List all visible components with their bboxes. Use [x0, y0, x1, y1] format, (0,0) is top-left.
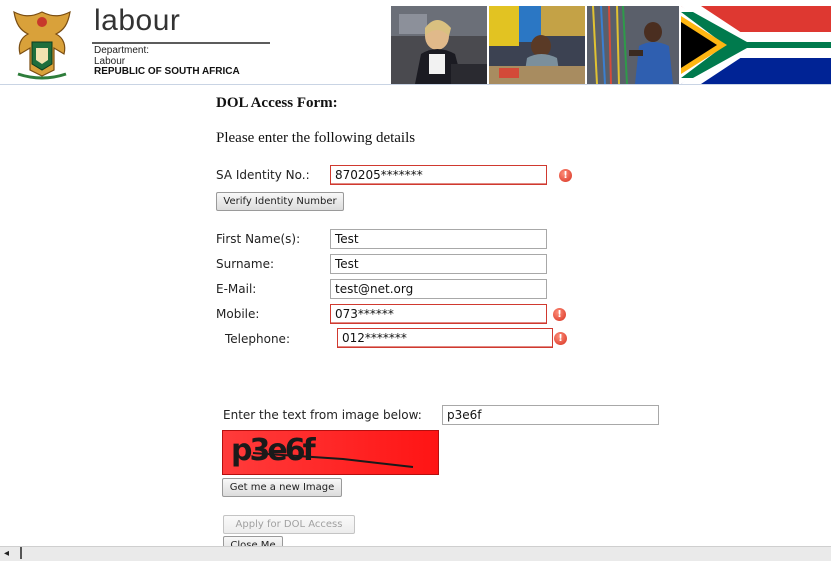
coat-of-arms-icon	[13, 10, 71, 80]
captcha-label: Enter the text from image below:	[223, 408, 422, 422]
technician-photo	[587, 6, 679, 84]
apply-access-button[interactable]: Apply for DOL Access	[223, 515, 355, 534]
surname-input[interactable]: Test	[330, 254, 547, 274]
scroll-left-arrow-icon[interactable]: ◂	[4, 548, 9, 559]
brand-divider	[92, 42, 270, 44]
telephone-input[interactable]: 012*******	[337, 328, 553, 348]
first-name-input[interactable]: Test	[330, 229, 547, 249]
south-africa-flag-icon	[681, 6, 831, 84]
mobile-input[interactable]: 073******	[330, 304, 547, 324]
id-number-error-icon: !	[559, 169, 572, 182]
brand-name: labour	[94, 4, 181, 37]
telephone-error-icon: !	[554, 332, 567, 345]
id-number-input[interactable]: 870205*******	[330, 165, 547, 185]
form-title: DOL Access Form:	[216, 95, 338, 111]
new-image-button[interactable]: Get me a new Image	[222, 478, 342, 497]
captcha-input[interactable]: p3e6f	[442, 405, 659, 425]
first-name-label: First Name(s):	[216, 232, 301, 246]
email-label: E-Mail:	[216, 282, 257, 296]
captcha-strike-line	[252, 452, 414, 468]
country-name: REPUBLIC OF SOUTH AFRICA	[94, 66, 240, 77]
email-input[interactable]: test@net.org	[330, 279, 547, 299]
surname-label: Surname:	[216, 257, 275, 271]
scrollbar-thumb[interactable]	[20, 547, 22, 559]
form-subtitle: Please enter the following details	[216, 130, 416, 146]
id-number-label: SA Identity No.:	[216, 168, 310, 182]
textile-worker-photo	[489, 6, 585, 84]
office-worker-photo	[391, 6, 487, 84]
telephone-label: Telephone:	[225, 332, 290, 346]
verify-identity-button[interactable]: Verify Identity Number	[216, 192, 344, 211]
mobile-label: Mobile:	[216, 307, 260, 321]
page-header: labour Department: Labour REPUBLIC OF SO…	[0, 0, 831, 85]
horizontal-scrollbar[interactable]	[0, 546, 831, 561]
captcha-image: p3e6f	[222, 430, 439, 475]
mobile-error-icon: !	[553, 308, 566, 321]
department-label: Department:	[94, 45, 150, 56]
